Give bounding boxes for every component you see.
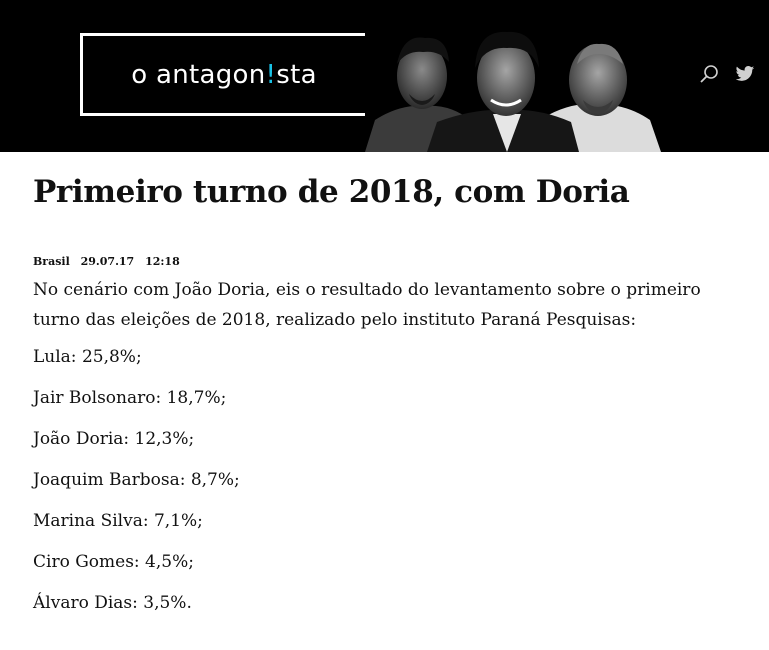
site-logo[interactable]: o antagon!sta <box>80 33 368 116</box>
search-icon[interactable] <box>699 64 719 84</box>
result-item: Jair Bolsonaro: 18,7%; <box>33 388 227 408</box>
result-item: Lula: 25,8%; <box>33 347 142 367</box>
article-meta: Brasil 29.07.17 12:18 <box>33 255 753 269</box>
article-category[interactable]: Brasil <box>33 255 70 268</box>
results-list: Lula: 25,8%; Jair Bolsonaro: 18,7%; João… <box>33 347 753 613</box>
hosts-photo <box>365 8 690 152</box>
result-item: João Doria: 12,3%; <box>33 429 195 449</box>
result-item: Marina Silva: 7,1%; <box>33 511 203 531</box>
logo-suffix: sta <box>276 59 317 90</box>
result-item: Álvaro Dias: 3,5%. <box>33 593 192 613</box>
header-icons <box>699 64 755 84</box>
result-item: Joaquim Barbosa: 8,7%; <box>33 470 240 490</box>
article-time: 12:18 <box>145 255 180 268</box>
result-item: Ciro Gomes: 4,5%; <box>33 552 194 572</box>
article-lead: No cenário com João Doria, eis o resulta… <box>33 280 701 330</box>
article: Primeiro turno de 2018, com Doria Brasil… <box>33 172 753 613</box>
logo-text: o antagon!sta <box>131 60 317 90</box>
site-header: o antagon!sta <box>0 0 769 152</box>
logo-accent: ! <box>265 59 277 90</box>
article-date: 29.07.17 <box>80 255 135 268</box>
logo-prefix: o antagon <box>131 59 266 90</box>
twitter-icon[interactable] <box>735 64 755 84</box>
article-title: Primeiro turno de 2018, com Doria <box>33 174 630 210</box>
